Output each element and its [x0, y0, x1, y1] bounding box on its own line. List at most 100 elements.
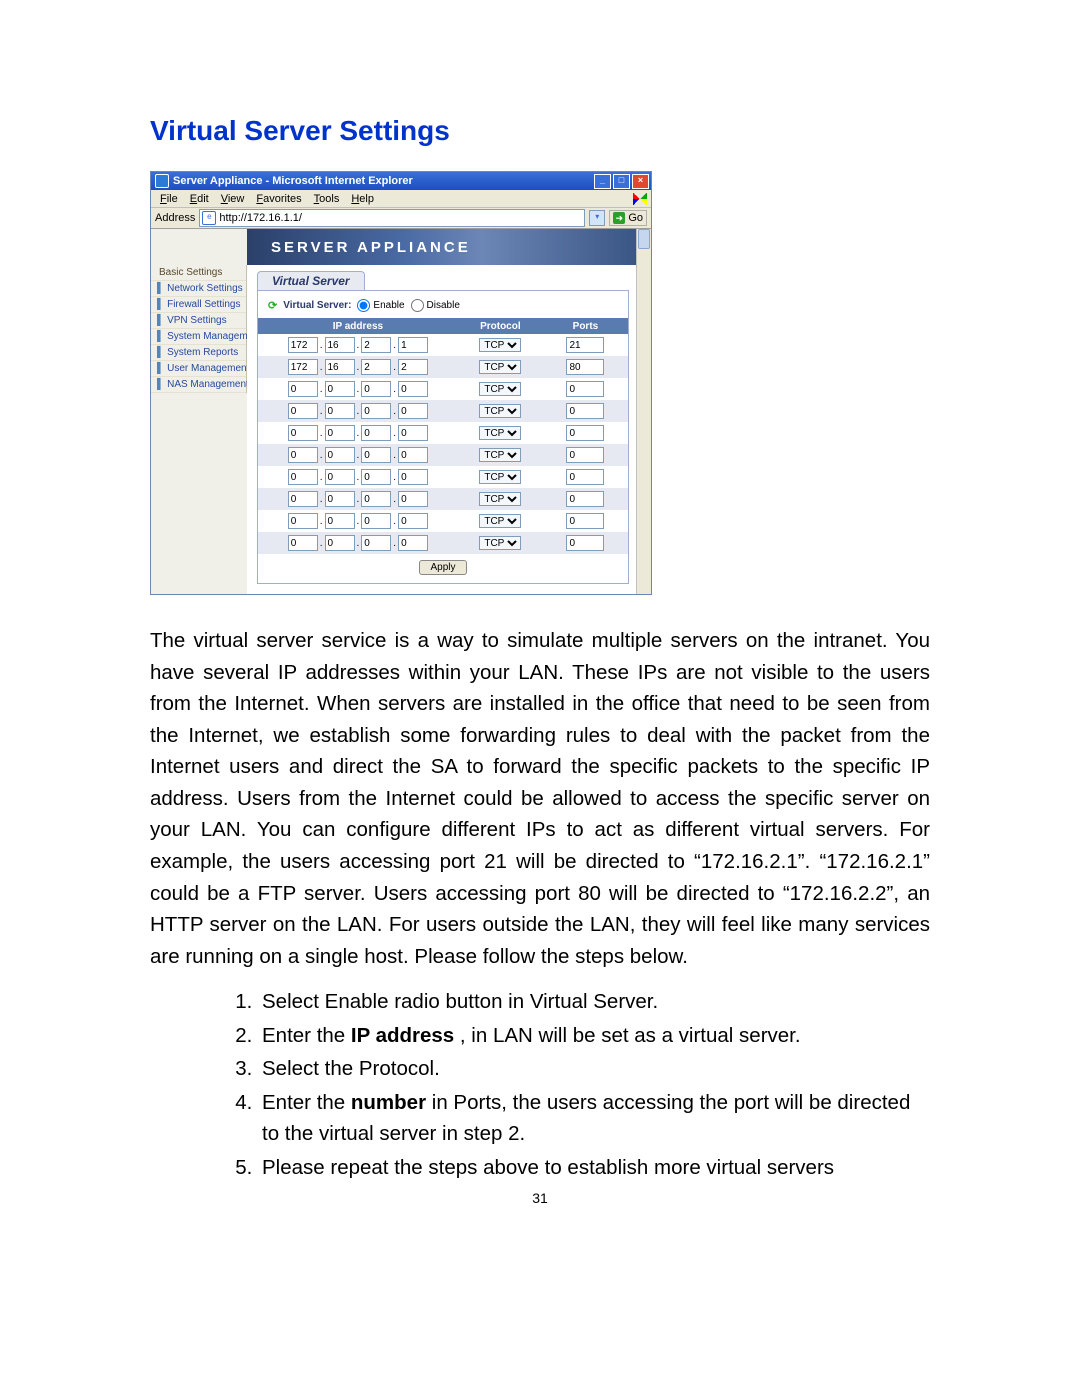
ip-octet-input[interactable]: [325, 359, 355, 375]
ip-octet-input[interactable]: [398, 469, 428, 485]
table-row: ...TCP: [258, 422, 628, 444]
sidebar-item-user-management[interactable]: ▌User Management: [151, 361, 246, 377]
protocol-select[interactable]: TCP: [479, 426, 521, 440]
port-input[interactable]: [566, 469, 604, 485]
description-paragraph: The virtual server service is a way to s…: [150, 625, 930, 972]
ip-octet-input[interactable]: [398, 359, 428, 375]
port-input[interactable]: [566, 425, 604, 441]
ip-octet-input[interactable]: [288, 403, 318, 419]
ip-octet-input[interactable]: [361, 513, 391, 529]
ip-octet-input[interactable]: [288, 535, 318, 551]
ip-octet-input[interactable]: [361, 359, 391, 375]
menu-favorites[interactable]: Favorites: [251, 192, 306, 206]
settings-panel: ⟳ Virtual Server: Enable Disable: [257, 290, 629, 584]
ip-octet-input[interactable]: [325, 469, 355, 485]
protocol-select[interactable]: TCP: [479, 514, 521, 528]
sidebar-item-basic-settings[interactable]: Basic Settings: [151, 265, 246, 281]
menu-tools[interactable]: Tools: [309, 192, 345, 206]
refresh-icon[interactable]: ⟳: [268, 299, 277, 312]
protocol-select[interactable]: TCP: [479, 382, 521, 396]
radio-disable[interactable]: Disable: [411, 299, 460, 312]
protocol-select[interactable]: TCP: [479, 470, 521, 484]
protocol-select[interactable]: TCP: [479, 448, 521, 462]
port-input[interactable]: [566, 447, 604, 463]
ip-octet-input[interactable]: [398, 513, 428, 529]
port-input[interactable]: [566, 381, 604, 397]
ip-octet-input[interactable]: [288, 359, 318, 375]
ip-octet-input[interactable]: [398, 535, 428, 551]
ip-octet-input[interactable]: [361, 403, 391, 419]
ip-octet-input[interactable]: [361, 491, 391, 507]
address-dropdown[interactable]: ▾: [589, 210, 605, 226]
menu-edit[interactable]: Edit: [185, 192, 214, 206]
ip-octet-input[interactable]: [288, 513, 318, 529]
bullet-icon: ▌: [157, 315, 164, 326]
ip-octet-input[interactable]: [398, 425, 428, 441]
ip-octet-input[interactable]: [361, 337, 391, 353]
menu-help[interactable]: Help: [346, 192, 379, 206]
sidebar-item-label: Firewall Settings: [167, 299, 240, 310]
ip-octet-input[interactable]: [398, 403, 428, 419]
col-ip: IP address: [258, 318, 458, 334]
sidebar-item-nas-management[interactable]: ▌NAS Management: [151, 377, 246, 393]
sidebar-item-label: System Reports: [167, 347, 238, 358]
scrollbar[interactable]: [636, 229, 651, 594]
ip-octet-input[interactable]: [288, 425, 318, 441]
protocol-select[interactable]: TCP: [479, 360, 521, 374]
port-input[interactable]: [566, 513, 604, 529]
tab-virtual-server[interactable]: Virtual Server: [257, 271, 365, 290]
ip-octet-input[interactable]: [398, 381, 428, 397]
port-input[interactable]: [566, 403, 604, 419]
ip-octet-input[interactable]: [361, 447, 391, 463]
ip-octet-input[interactable]: [325, 425, 355, 441]
ip-octet-input[interactable]: [398, 447, 428, 463]
maximize-button[interactable]: □: [613, 174, 630, 189]
scrollbar-thumb[interactable]: [638, 229, 650, 249]
ip-octet-input[interactable]: [361, 469, 391, 485]
ip-octet-input[interactable]: [288, 469, 318, 485]
address-label: Address: [155, 212, 195, 224]
sidebar-item-network-settings[interactable]: ▌Network Settings: [151, 281, 246, 297]
ip-octet-input[interactable]: [398, 491, 428, 507]
minimize-button[interactable]: _: [594, 174, 611, 189]
ip-octet-input[interactable]: [325, 535, 355, 551]
close-button[interactable]: ×: [632, 174, 649, 189]
ip-octet-input[interactable]: [288, 447, 318, 463]
page-title: Virtual Server Settings: [150, 115, 930, 147]
sidebar-item-firewall-settings[interactable]: ▌Firewall Settings: [151, 297, 246, 313]
ip-octet-input[interactable]: [325, 491, 355, 507]
ip-octet-input[interactable]: [325, 513, 355, 529]
ip-octet-input[interactable]: [325, 403, 355, 419]
ip-octet-input[interactable]: [361, 535, 391, 551]
port-input[interactable]: [566, 359, 604, 375]
protocol-select[interactable]: TCP: [479, 492, 521, 506]
menu-view[interactable]: View: [216, 192, 250, 206]
address-input[interactable]: e http://172.16.1.1/: [199, 209, 585, 227]
ip-octet-input[interactable]: [325, 337, 355, 353]
ip-octet-input[interactable]: [288, 337, 318, 353]
radio-enable[interactable]: Enable: [357, 299, 404, 312]
sidebar-item-system-management[interactable]: ▌System Management: [151, 329, 246, 345]
sidebar-item-label: User Management: [167, 363, 249, 374]
protocol-select[interactable]: TCP: [479, 404, 521, 418]
port-input[interactable]: [566, 337, 604, 353]
ip-octet-input[interactable]: [288, 381, 318, 397]
go-button[interactable]: ➜ Go: [609, 210, 647, 226]
ip-octet-input[interactable]: [361, 425, 391, 441]
apply-button[interactable]: Apply: [419, 560, 466, 575]
protocol-select[interactable]: TCP: [479, 536, 521, 550]
ip-octet-input[interactable]: [325, 447, 355, 463]
menu-file[interactable]: File: [155, 192, 183, 206]
sidebar-item-vpn-settings[interactable]: ▌VPN Settings: [151, 313, 246, 329]
port-input[interactable]: [566, 535, 604, 551]
ip-octet-input[interactable]: [325, 381, 355, 397]
protocol-select[interactable]: TCP: [479, 338, 521, 352]
ip-octet-input[interactable]: [288, 491, 318, 507]
ip-octet-input[interactable]: [398, 337, 428, 353]
sidebar-item-system-reports[interactable]: ▌System Reports: [151, 345, 246, 361]
ip-octet-input[interactable]: [361, 381, 391, 397]
address-bar: Address e http://172.16.1.1/ ▾ ➜ Go: [151, 208, 651, 229]
bullet-icon: ▌: [157, 283, 164, 294]
app-banner: SERVER APPLIANCE: [247, 229, 637, 265]
port-input[interactable]: [566, 491, 604, 507]
